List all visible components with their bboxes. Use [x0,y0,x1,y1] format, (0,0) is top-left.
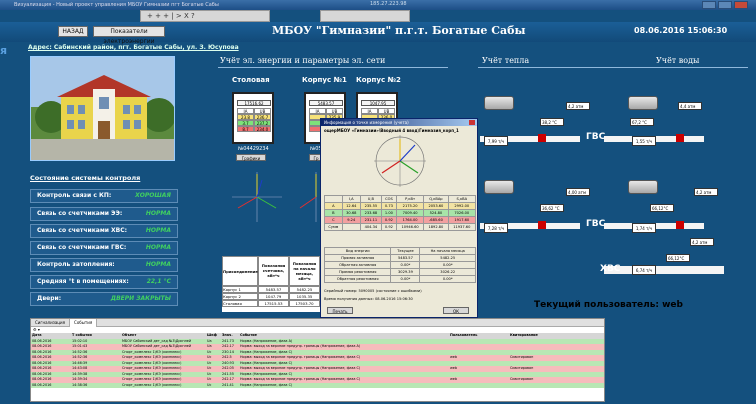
valve-icon [676,221,684,229]
temp-5: 66,12°C [666,254,690,262]
current-user: Текущий пользователь: web [534,300,683,310]
heat-tank-3 [484,180,514,194]
meter-label-building1: Корпус №1 [302,76,347,84]
pressure-2: 4,4 атм [678,102,702,110]
table-row[interactable]: 08.06.2016 14:38:36 Спорт_комплекс 1\КЭ (к… [31,382,604,388]
status-row-kp: Контроль связи с КП: ХОРОШАЯ [30,189,178,203]
tab-events[interactable]: События [70,319,98,327]
temp-2: 67,2 °C [630,118,654,126]
pipe-cold [604,266,724,274]
meters-button[interactable]: Показатели электроэнергии [93,26,165,45]
pressure-4: 4,2 атм [694,188,718,196]
status-row-flood: Контроль затопления: НОРМА [30,258,178,272]
flow-2: 1,55 т/ч [632,136,656,146]
phase-table: I,A U,B COS P,кВт Q,кВАр S,кВА A 12.64 235.55 0.… [324,195,477,231]
valve-icon [676,134,684,142]
heat-tank-4 [628,180,658,194]
meter-label-building2: Корпус №2 [356,76,401,84]
status-row-temp: Средняя °t в помещениях: 22,1 °C [30,275,178,289]
data-timestamp: Время получения данных: 08.06.2016 15:06… [324,297,413,301]
valve-icon [538,134,546,142]
back-button[interactable]: НАЗАД [58,26,88,37]
status-row-hvs: Связь со счетчиками ХВС: НОРМА [30,224,178,238]
gvs-label-2: ГВС [586,219,606,229]
flow-1: 7,99 т/ч [484,136,508,146]
system-status-title: Состояние системы контроля [30,174,141,182]
vector-diagram-canteen [232,172,282,222]
datetime: 08.06.2016 15:06:30 [634,26,728,35]
dialog-close-icon[interactable] [469,120,475,125]
ok-button[interactable]: ОК [443,307,469,314]
meter-label-canteen: Столовая [232,76,270,84]
water-panel-title: Учёт воды [656,56,700,65]
dialog-vector-diagram [374,135,426,187]
flow-5: 6,74 т/ч [632,265,656,275]
event-log[interactable]: Сигнализация События ⚙ ▾ Дата T события Объ… [30,318,605,402]
consumption-table: Присоединение Показания счетчика, кВт*ч … [222,256,320,312]
temp-1: 38,2 °C [540,118,564,126]
page-title: МБОУ "Гимназии" п.г.т. Богатые Сабы [272,24,526,37]
print-button[interactable]: Печать [327,307,353,314]
heat-panel-title: Учёт тепла [482,56,530,65]
zoom-toolbar[interactable] [320,10,410,22]
flow-3: 7,28 т/ч [484,223,508,233]
measurement-dialog[interactable]: Информация о точке измерения (учета) още… [320,118,478,318]
pressure-3: 4,00 атм [566,188,590,196]
maximize-icon[interactable] [718,1,732,9]
temp-3: 36,62 °C [540,204,564,212]
charts-button-canteen[interactable]: Графики [236,154,266,161]
heat-tank-2 [628,96,658,110]
flow-4: 1,74 т/ч [632,223,656,233]
pressure-5: 4,2 атм [690,238,714,246]
status-row-doors: Двери: ДВЕРИ ЗАКРЫТЫ [30,292,178,306]
minimize-icon[interactable] [702,1,716,9]
energy-table: Вид энергии Текущее На начало месяца Пряма… [323,247,476,283]
side-letter: я [0,44,8,57]
building-photo [30,56,175,161]
valve-icon [538,221,546,229]
heat-tank-1 [484,96,514,110]
toolbar[interactable]: + + + | > X ? [140,10,270,22]
address: Адрес: Сабинский район, пгт. Богатые Саб… [28,44,239,51]
electric-panel-title: Учёт эл. энергии и параметры эл. сети [220,56,386,65]
tab-alarms[interactable]: Сигнализация [31,319,71,327]
gvs-label-1: ГВС [586,132,606,142]
status-row-gvs: Связь со счетчиками ГВС: НОРМА [30,241,178,255]
remote-host: 185.27.223.98 [370,1,407,7]
status-row-ee: Связь со счетчиками ЭЭ: НОРМА [30,207,178,221]
hvs-label: ХВС [600,264,621,274]
dialog-title: Информация о точке измерения (учета) [321,119,477,126]
close-icon[interactable] [734,1,748,9]
meter-canteen[interactable]: 17516.62 IA UB 23.8 236.7 3.7 237.2 8.7 234.… [232,92,274,144]
meter-id-canteen: №04429234 [238,146,269,152]
temp-4: 66,12°C [650,204,674,212]
serial-number: Серийный номер: 5090005 (состояние с оши… [324,289,422,293]
pressure-1: 4,2 атм [566,102,590,110]
